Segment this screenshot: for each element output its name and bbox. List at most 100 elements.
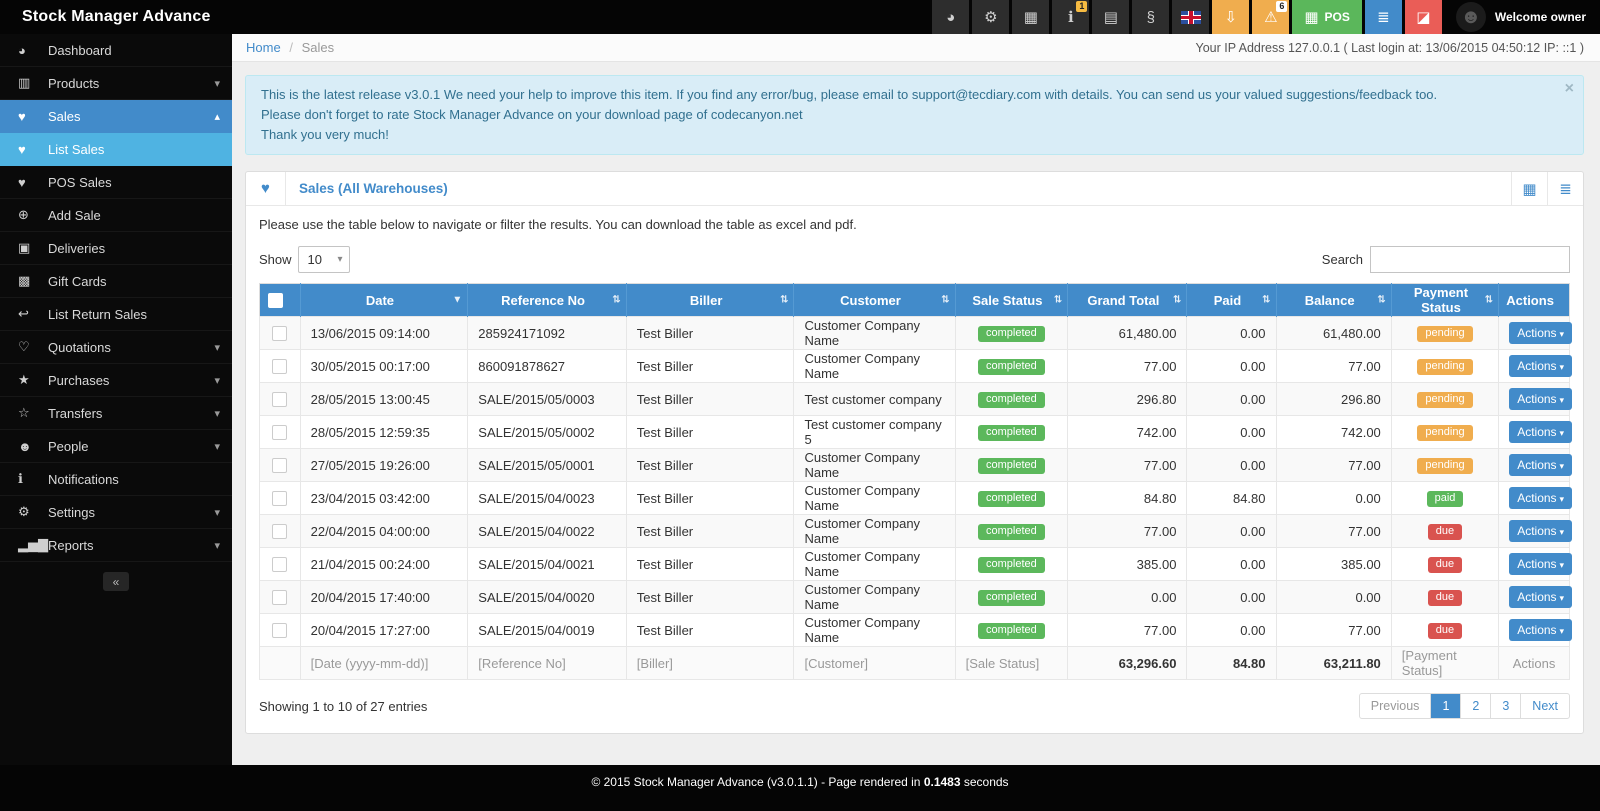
language-button[interactable]	[1172, 0, 1209, 34]
column-header-date[interactable]: Date▼	[300, 284, 468, 317]
pos-button[interactable]: ▦POS	[1292, 0, 1362, 34]
row-checkbox[interactable]	[272, 458, 287, 473]
calendar-button[interactable]: ▤	[1092, 0, 1129, 34]
sort-icon[interactable]: ⇅	[1485, 295, 1493, 306]
row-checkbox[interactable]	[272, 425, 287, 440]
sort-icon[interactable]: ⇅	[1377, 295, 1385, 306]
footer-text-suffix: seconds	[961, 775, 1009, 789]
payment-status-badge: pending	[1417, 359, 1472, 375]
row-checkbox[interactable]	[272, 623, 287, 638]
row-select-cell	[260, 317, 301, 350]
sidebar-item-settings[interactable]: ⚙Settings▾	[0, 496, 232, 529]
clear-cache-button[interactable]: ◪	[1405, 0, 1442, 34]
sidebar-item-purchases[interactable]: ★Purchases▾	[0, 364, 232, 397]
sort-icon[interactable]: ⇅	[780, 295, 788, 306]
column-header-payment_status[interactable]: Payment Status⇅	[1391, 284, 1498, 317]
settings-button[interactable]: ⚙	[972, 0, 1009, 34]
cell-grand-total: 385.00	[1068, 548, 1187, 581]
pagination-page-2[interactable]: 2	[1460, 694, 1490, 718]
search-input[interactable]	[1370, 246, 1570, 273]
row-checkbox[interactable]	[272, 524, 287, 539]
heart-icon: ♥	[18, 109, 48, 124]
row-checkbox[interactable]	[272, 359, 287, 374]
cell-customer: Customer Company Name	[794, 482, 955, 515]
sidebar-item-transfers[interactable]: ☆Transfers▾	[0, 397, 232, 430]
calculator-button[interactable]: ▦	[1012, 0, 1049, 34]
caret-down-icon: ▾	[1560, 461, 1565, 471]
page-length-select[interactable]: 10 ▾	[298, 246, 350, 273]
actions-button[interactable]: Actions▾	[1509, 520, 1572, 542]
sidebar-menu: ◕Dashboard▥Products▾♥Sales▴♥List Sales♥P…	[0, 34, 232, 562]
sidebar-item-deliveries[interactable]: ▣Deliveries	[0, 232, 232, 265]
sidebar-item-dashboard[interactable]: ◕Dashboard	[0, 34, 232, 67]
pagination-page-3[interactable]: 3	[1490, 694, 1520, 718]
warning-icon: ⚠	[1264, 10, 1277, 25]
actions-button[interactable]: Actions▾	[1509, 487, 1572, 509]
column-header-sale_status[interactable]: Sale Status⇅	[955, 284, 1068, 317]
dashboard-button[interactable]: ◕	[932, 0, 969, 34]
column-header-grand_total[interactable]: Grand Total⇅	[1068, 284, 1187, 317]
pagination-next[interactable]: Next	[1520, 694, 1569, 718]
column-header-ref[interactable]: Reference No⇅	[468, 284, 627, 317]
sidebar-item-gift-cards[interactable]: ▩Gift Cards	[0, 265, 232, 298]
sidebar-item-quotations[interactable]: ♡Quotations▾	[0, 331, 232, 364]
sidebar-item-reports[interactable]: ▂▅▇Reports▾	[0, 529, 232, 562]
sort-icon[interactable]: ⇅	[1173, 295, 1181, 306]
export-excel-icon[interactable]: ▦	[1511, 172, 1547, 205]
avatar[interactable]: ☻	[1456, 2, 1486, 32]
sidebar-item-list-sales[interactable]: ♥List Sales	[0, 133, 232, 166]
actions-button[interactable]: Actions▾	[1509, 421, 1572, 443]
column-header-actions[interactable]: Actions	[1499, 284, 1570, 317]
pos-button-label: POS	[1325, 10, 1350, 24]
column-header-paid[interactable]: Paid⇅	[1187, 284, 1276, 317]
actions-button[interactable]: Actions▾	[1509, 586, 1572, 608]
actions-button[interactable]: Actions▾	[1509, 454, 1572, 476]
column-header-balance[interactable]: Balance⇅	[1276, 284, 1391, 317]
sidebar-collapse-button[interactable]: «	[103, 572, 129, 591]
sort-icon[interactable]: ▼	[452, 295, 462, 306]
list-button[interactable]: ≣	[1365, 0, 1402, 34]
sort-icon[interactable]: ⇅	[941, 295, 949, 306]
actions-button[interactable]: Actions▾	[1509, 355, 1572, 377]
row-checkbox[interactable]	[272, 392, 287, 407]
info-button[interactable]: ℹ1	[1052, 0, 1089, 34]
pagination-page-1[interactable]: 1	[1430, 694, 1460, 718]
actions-button[interactable]: Actions▾	[1509, 553, 1572, 575]
actions-button[interactable]: Actions▾	[1509, 619, 1572, 641]
sort-icon[interactable]: ⇅	[1054, 295, 1062, 306]
row-checkbox[interactable]	[272, 590, 287, 605]
select-all-checkbox[interactable]	[268, 293, 283, 308]
sidebar-item-products[interactable]: ▥Products▾	[0, 67, 232, 100]
cell-biller: Test Biller	[626, 581, 794, 614]
sidebar-item-add-sale[interactable]: ⊕Add Sale	[0, 199, 232, 232]
sidebar-item-notifications[interactable]: ℹNotifications	[0, 463, 232, 496]
chevron-down-icon: ▾	[214, 374, 220, 387]
sidebar-collapse-row: «	[0, 562, 232, 591]
sidebar-item-label: Deliveries	[48, 241, 220, 256]
sidebar-item-pos-sales[interactable]: ♥POS Sales	[0, 166, 232, 199]
table-controls: Show 10 ▾ Search	[246, 234, 1583, 283]
footer-render-time: 0.1483	[924, 775, 961, 789]
column-header-customer[interactable]: Customer⇅	[794, 284, 955, 317]
column-header-biller[interactable]: Biller⇅	[626, 284, 794, 317]
download-button[interactable]: ⇩	[1212, 0, 1249, 34]
page-footer: © 2015 Stock Manager Advance (v3.0.1.1) …	[0, 765, 1600, 811]
row-checkbox[interactable]	[272, 326, 287, 341]
payment-status-badge: pending	[1417, 425, 1472, 441]
row-checkbox[interactable]	[272, 491, 287, 506]
sort-icon[interactable]: ⇅	[1262, 295, 1270, 306]
export-pdf-icon[interactable]: ≣	[1547, 172, 1583, 205]
sidebar-item-people[interactable]: ☻People▾	[0, 430, 232, 463]
sidebar-item-sales[interactable]: ♥Sales▴	[0, 100, 232, 133]
breadcrumb-home-link[interactable]: Home	[246, 40, 281, 55]
sidebar-item-list-return-sales[interactable]: ↩List Return Sales	[0, 298, 232, 331]
row-checkbox[interactable]	[272, 557, 287, 572]
notification-badge: 1	[1076, 1, 1087, 12]
actions-button[interactable]: Actions▾	[1509, 388, 1572, 410]
alert-close-button[interactable]: ×	[1565, 80, 1574, 98]
pagination-previous[interactable]: Previous	[1360, 694, 1431, 718]
styles-button[interactable]: §	[1132, 0, 1169, 34]
sort-icon[interactable]: ⇅	[612, 295, 620, 306]
alerts-button[interactable]: ⚠6	[1252, 0, 1289, 34]
actions-button[interactable]: Actions▾	[1509, 322, 1572, 344]
